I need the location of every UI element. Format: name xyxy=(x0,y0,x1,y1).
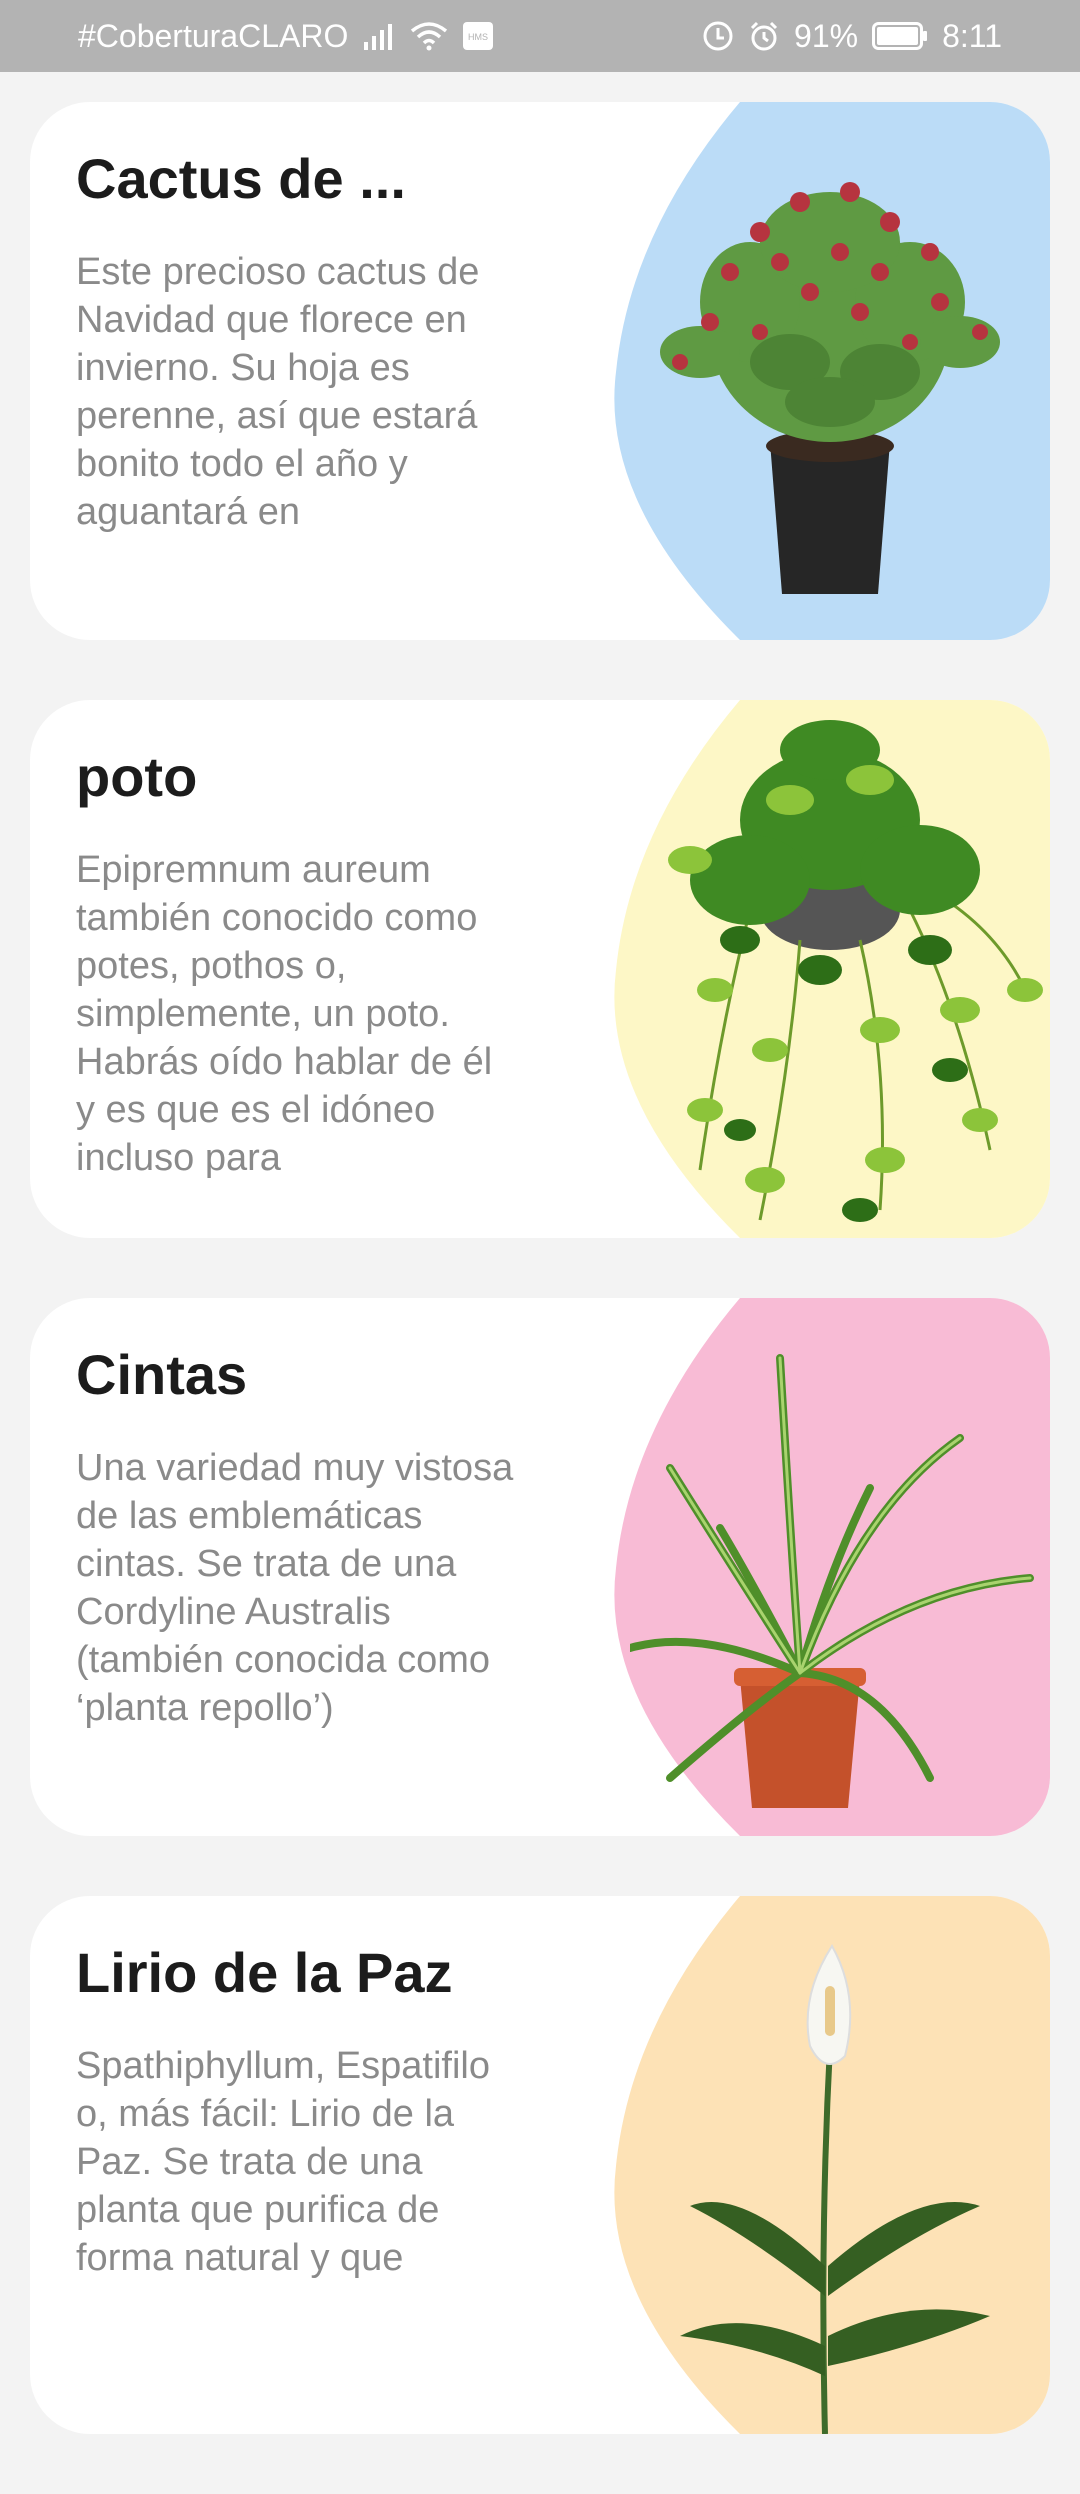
battery-icon xyxy=(872,22,928,50)
plant-card[interactable]: Cintas Una variedad muy vistosa de las e… xyxy=(30,1298,1050,1836)
plant-title: Cactus de ... xyxy=(76,147,406,210)
status-bar-left: #CoberturaCLARO HMS xyxy=(78,18,494,55)
plant-card[interactable]: poto Epipremnum aureum también conocido … xyxy=(30,700,1050,1238)
alarm-icon xyxy=(748,20,780,52)
plant-title: Cintas xyxy=(76,1343,248,1406)
wifi-icon xyxy=(410,21,448,51)
signal-icon xyxy=(362,22,396,50)
clock: 8:11 xyxy=(942,17,1002,54)
plant-title: Lirio de la Paz xyxy=(76,1941,453,2004)
plant-description: Epipremnum aureum también conocido como … xyxy=(76,849,493,1179)
plant-card[interactable]: Cactus de ... Este precioso cactus de Na… xyxy=(30,102,1050,640)
svg-text:HMS: HMS xyxy=(468,32,488,42)
plant-list[interactable]: Cactus de ... Este precioso cactus de Na… xyxy=(30,102,1050,2494)
data-saver-icon xyxy=(702,20,734,52)
spider-plant-image xyxy=(630,1354,1034,1808)
battery-percent: 91% xyxy=(794,17,859,54)
pothos-image xyxy=(668,720,1043,1222)
plant-card[interactable]: Lirio de la Paz Spathiphyllum, Espatifil… xyxy=(30,1896,1050,2434)
plant-description: Este precioso cactus de Navidad que flor… xyxy=(76,251,480,533)
hms-icon: HMS xyxy=(462,21,494,51)
christmas-cactus-image xyxy=(660,182,1000,594)
peace-lily-image xyxy=(680,1944,990,2434)
plant-title: poto xyxy=(76,745,198,808)
status-bar-right: 91% 8:11 xyxy=(702,18,1002,55)
carrier-label: #CoberturaCLARO xyxy=(78,17,349,54)
status-bar: #CoberturaCLARO HMS 91% 8:11 xyxy=(0,0,1080,72)
plant-description: Una variedad muy vistosa de las emblemát… xyxy=(76,1447,514,1729)
plant-description: Spathiphyllum, Espatifilo o, más fácil: … xyxy=(76,2045,490,2279)
